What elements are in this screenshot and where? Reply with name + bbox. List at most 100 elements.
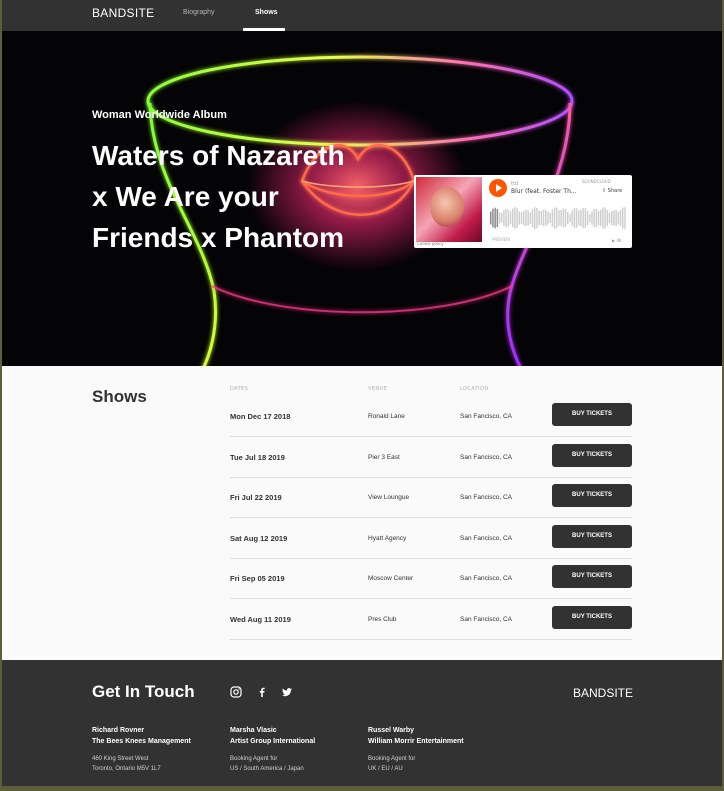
twitter-icon[interactable] xyxy=(281,686,293,698)
hero-title: Waters of Nazareth x We Are your Friends… xyxy=(92,135,392,258)
table-row: Sat Aug 12 2019 Hyatt Agency San Fancisco,… xyxy=(230,519,632,559)
waveform-bar xyxy=(507,209,510,227)
show-venue: View Loungue xyxy=(368,494,410,501)
waveform-bar xyxy=(580,209,582,227)
waveform-bar xyxy=(509,211,512,225)
buy-tickets-button[interactable]: BUY TICKETS xyxy=(552,565,632,588)
show-date: Tue Jul 18 2019 xyxy=(230,452,285,462)
waveform-bar xyxy=(501,213,503,223)
waveform-bar xyxy=(551,209,554,227)
waveform-bar xyxy=(600,209,602,227)
waveform-bar xyxy=(613,210,615,226)
waveform-bar xyxy=(503,210,505,226)
buy-tickets-button[interactable]: BUY TICKETS xyxy=(552,605,632,629)
show-venue: Hyatt Agency xyxy=(368,534,407,542)
contact-line: US / South America / Japan xyxy=(230,766,304,772)
hero-title-line: Friends x Phantom xyxy=(92,222,345,253)
contact-line: Booking Agent for xyxy=(230,756,278,762)
waveform-bar xyxy=(518,211,521,225)
hero-title-line: Waters of Nazareth xyxy=(92,140,345,171)
footer-brand-logo[interactable]: BANDSITE xyxy=(573,686,633,700)
waveform-bar xyxy=(490,211,492,225)
show-location: San Fancisco, CA xyxy=(460,534,513,542)
show-date: Sat Aug 12 2019 xyxy=(230,533,288,543)
track-title[interactable]: Blur (feat. Foster Th... xyxy=(511,188,577,195)
waveform-bar xyxy=(536,207,538,229)
buy-tickets-button[interactable]: BUY TICKETS xyxy=(552,403,632,426)
nav-brand-logo[interactable]: BANDSITE xyxy=(92,6,154,20)
instagram-icon[interactable] xyxy=(230,686,242,698)
waveform-bar xyxy=(571,210,573,226)
cover-portrait xyxy=(430,187,464,227)
contact-org: William Morrir Entertainment xyxy=(368,738,464,745)
waveform[interactable] xyxy=(490,205,628,231)
waveform-bar xyxy=(558,210,560,226)
waveform-bar xyxy=(589,214,591,223)
footer-title: Get In Touch xyxy=(92,682,195,701)
nav-link-shows[interactable]: Shows xyxy=(255,9,278,16)
buy-tickets-button[interactable]: BUY TICKETS xyxy=(552,484,632,507)
waveform-bar xyxy=(578,210,580,226)
waveform-bar xyxy=(538,210,540,226)
show-date: Fri Sep 05 2019 xyxy=(230,574,285,583)
contact-line: Toronto, Ontario M5V 1L7 xyxy=(92,766,161,772)
waveform-bar xyxy=(547,211,549,225)
waveform-bar xyxy=(545,210,547,226)
play-count: ▶ 4K xyxy=(612,238,622,243)
waveform-bar xyxy=(575,208,578,228)
album-cover[interactable] xyxy=(416,177,482,242)
waveform-bar xyxy=(586,210,589,226)
waveform-bar xyxy=(608,212,611,224)
column-header-venue: VENUE xyxy=(368,386,388,392)
page-frame: BANDSITE Biography Shows Woman Worldwide… xyxy=(2,0,722,786)
show-venue: Pres Club xyxy=(368,615,397,623)
waveform-bar xyxy=(520,212,523,224)
show-venue: Pier 3 East xyxy=(368,453,400,461)
top-nav: BANDSITE Biography Shows xyxy=(2,0,722,31)
contact-line: UK / EU / AU xyxy=(368,766,403,772)
waveform-bar xyxy=(591,211,593,225)
show-location: San Fancisco, CA xyxy=(460,615,513,623)
show-location: San Fancisco, CA xyxy=(460,494,513,501)
facebook-icon[interactable] xyxy=(256,686,268,698)
waveform-bar xyxy=(622,207,624,229)
waveform-bar xyxy=(615,210,617,226)
waveform-bar xyxy=(549,213,551,223)
contact-org: The Bees Knees Management xyxy=(92,738,191,745)
buy-tickets-button[interactable]: BUY TICKETS xyxy=(552,524,632,548)
buy-tickets-button[interactable]: BUY TICKETS xyxy=(552,443,632,467)
contact-name: Russel Warby xyxy=(368,727,415,734)
waveform-bar xyxy=(514,207,516,229)
preview-badge: PREVIEW xyxy=(492,237,511,242)
waveform-bar xyxy=(496,209,499,227)
contact-name: Marsha Vlasic xyxy=(230,727,277,734)
footer: Get In Touch BANDSITE Richard Rovner The… xyxy=(2,660,722,786)
hero-kicker: Woman Worldwide Album xyxy=(92,109,227,121)
contact-line: 460 King Street West xyxy=(92,756,149,762)
contact-card: Marsha Vlasic Artist Group International… xyxy=(230,725,360,774)
track-artist[interactable]: ttd xyxy=(511,181,518,187)
table-row: Mon Dec 17 2018 Ronald Lane San Fancisco, … xyxy=(230,397,632,437)
soundcloud-player[interactable]: Cookie policy ttd Blur (feat. Foster Th.… xyxy=(414,175,632,248)
show-venue: Ronald Lane xyxy=(368,413,405,420)
waveform-bar xyxy=(512,208,514,228)
waveform-bar xyxy=(567,211,569,225)
waveform-bar xyxy=(560,210,562,226)
waveform-bar xyxy=(534,207,536,229)
column-header-location: LOCATION xyxy=(460,386,489,392)
column-header-dates: DATES xyxy=(230,386,249,392)
waveform-bar xyxy=(525,209,527,227)
waveform-bar xyxy=(540,211,543,226)
play-button[interactable] xyxy=(489,179,507,197)
waveform-bar xyxy=(597,210,600,226)
nav-link-biography[interactable]: Biography xyxy=(183,9,215,16)
waveform-bar xyxy=(556,207,558,229)
waveform-bar xyxy=(569,214,571,222)
waveform-bar xyxy=(494,207,496,229)
share-button[interactable]: ⇪ Share xyxy=(602,188,622,194)
cookie-policy-link[interactable]: Cookie policy xyxy=(417,241,444,246)
contact-card: Russel Warby William Morrir Entertainmen… xyxy=(368,725,498,774)
soundcloud-logo[interactable]: SOUNDCLOUD xyxy=(582,179,611,184)
waveform-bar xyxy=(593,209,595,227)
waveform-bar xyxy=(619,210,622,226)
